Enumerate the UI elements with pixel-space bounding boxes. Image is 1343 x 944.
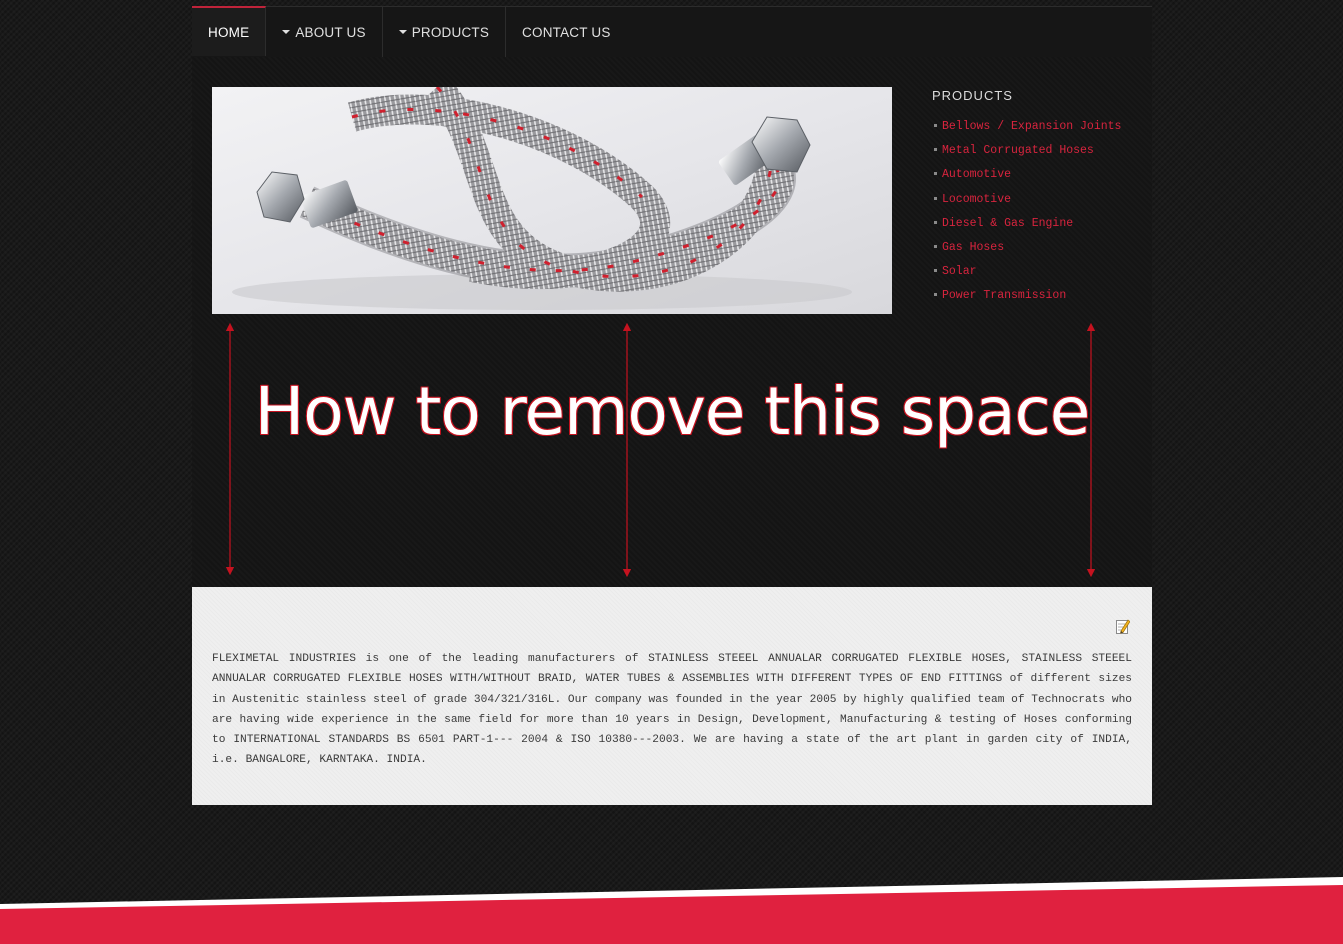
sidebar-item-locomotive: Locomotive <box>932 193 1147 217</box>
product-link-diesel-gas[interactable]: Diesel & Gas Engine <box>942 217 1073 230</box>
bullet-icon <box>934 244 937 248</box>
main-nav: HOME ABOUT US PRODUCTS CONTACT US <box>192 6 1152 57</box>
braided-hose-image <box>212 87 892 314</box>
product-link-solar[interactable]: Solar <box>942 265 977 278</box>
product-link-power-transmission[interactable]: Power Transmission <box>942 289 1066 302</box>
product-link-gas-hoses[interactable]: Gas Hoses <box>942 241 1004 254</box>
nav-item-products[interactable]: PRODUCTS <box>383 7 507 57</box>
edit-pencil-icon[interactable] <box>1116 618 1130 634</box>
footer-red-band <box>0 877 1343 944</box>
sidebar-title: PRODUCTS <box>932 88 1013 103</box>
company-description: FLEXIMETAL INDUSTRIES is one of the lead… <box>212 653 1132 767</box>
caret-down-icon <box>282 30 291 34</box>
nav-item-contact-us[interactable]: CONTACT US <box>506 7 627 57</box>
nav-about-label: ABOUT US <box>295 24 366 40</box>
sidebar-item-solar: Solar <box>932 265 1147 289</box>
nav-item-home[interactable]: HOME <box>192 6 267 56</box>
sidebar-item-bellows: Bellows / Expansion Joints <box>932 120 1147 144</box>
bullet-icon <box>934 293 937 297</box>
main-dark-section: PRODUCTS Bellows / Expansion Joints Meta… <box>192 57 1152 587</box>
products-sidebar: PRODUCTS Bellows / Expansion Joints Meta… <box>932 87 1147 314</box>
products-list: Bellows / Expansion Joints Metal Corruga… <box>932 120 1147 314</box>
sidebar-item-diesel-gas: Diesel & Gas Engine <box>932 217 1147 241</box>
page-container: HOME ABOUT US PRODUCTS CONTACT US PRODUC… <box>192 0 1152 805</box>
bullet-icon <box>934 220 937 224</box>
sidebar-item-automotive: Automotive <box>932 168 1147 192</box>
product-link-bellows[interactable]: Bellows / Expansion Joints <box>942 120 1121 133</box>
sidebar-item-gas-hoses: Gas Hoses <box>932 241 1147 265</box>
nav-products-label: PRODUCTS <box>411 24 490 40</box>
content-section: FLEXIMETAL INDUSTRIES is one of the lead… <box>192 587 1152 805</box>
bullet-icon <box>934 148 937 152</box>
nav-contact-label: CONTACT US <box>522 24 611 40</box>
caret-down-icon <box>398 30 407 34</box>
bullet-icon <box>934 124 937 127</box>
sidebar-item-power-transmission: Power Transmission <box>932 289 1147 313</box>
product-link-automotive[interactable]: Automotive <box>942 168 1011 181</box>
product-link-locomotive[interactable]: Locomotive <box>942 193 1011 206</box>
annotation-text: How to remove this space <box>254 373 1091 450</box>
bullet-icon <box>934 269 937 273</box>
sidebar-item-metal-hoses: Metal Corrugated Hoses <box>932 144 1147 168</box>
product-link-metal-hoses[interactable]: Metal Corrugated Hoses <box>942 144 1094 157</box>
top-navigation-bar: HOME ABOUT US PRODUCTS CONTACT US <box>192 6 1152 58</box>
nav-item-about-us[interactable]: ABOUT US <box>266 7 383 57</box>
nav-home-label: HOME <box>208 24 250 40</box>
bullet-icon <box>934 196 937 200</box>
bullet-icon <box>934 172 937 176</box>
